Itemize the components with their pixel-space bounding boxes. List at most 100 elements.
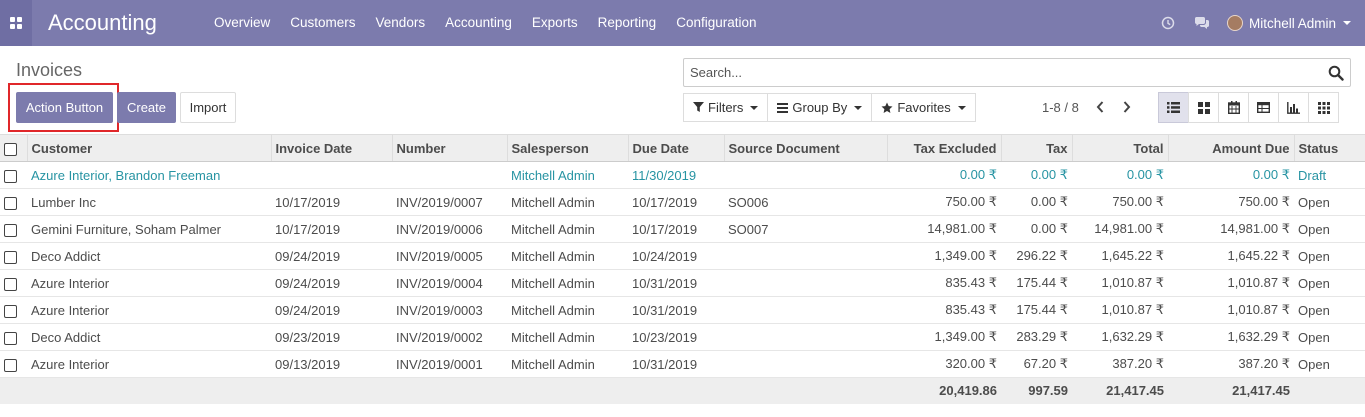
main-menu: Overview Customers Vendors Accounting Ex… <box>204 0 767 46</box>
cell-customer: Gemini Furniture, Soham Palmer <box>27 215 271 243</box>
column-header[interactable]: Salesperson <box>506 134 628 162</box>
messaging-button[interactable] <box>1185 0 1219 46</box>
user-menu[interactable]: Mitchell Admin <box>1219 15 1365 31</box>
column-header[interactable]: Number <box>391 134 507 162</box>
cell-source-document <box>724 269 887 297</box>
menu-overview[interactable]: Overview <box>204 0 280 46</box>
column-header[interactable]: Status <box>1293 134 1365 162</box>
chevron-down-icon <box>854 105 863 110</box>
cell-invoice-date: 10/17/2019 <box>271 188 392 216</box>
invoices-table: Customer Invoice Date Number Salesperson… <box>0 134 1365 404</box>
pivot-view-button[interactable] <box>1248 92 1279 123</box>
search-bar <box>683 58 1351 87</box>
column-header[interactable]: Tax <box>1000 134 1072 162</box>
cell-tax-excluded: 1,349.00 ₹ <box>887 323 1001 351</box>
group-by-dropdown[interactable]: Group By <box>767 93 873 122</box>
cell-tax: 0.00 ₹ <box>1001 161 1072 189</box>
row-checkbox-cell[interactable] <box>0 242 27 270</box>
table-row[interactable]: Deco Addict 09/23/2019 INV/2019/0002 Mit… <box>0 323 1365 351</box>
cell-total: 1,645.22 ₹ <box>1072 242 1168 270</box>
cell-tax-excluded: 320.00 ₹ <box>887 350 1001 378</box>
cell-number <box>392 161 507 189</box>
total-tax: 997.59 <box>1001 377 1072 404</box>
row-checkbox-cell[interactable] <box>0 215 27 243</box>
table-row[interactable]: Azure Interior 09/24/2019 INV/2019/0003 … <box>0 296 1365 324</box>
cell-number: INV/2019/0004 <box>392 269 507 297</box>
menu-reporting[interactable]: Reporting <box>588 0 667 46</box>
graph-view-button[interactable] <box>1278 92 1309 123</box>
favorites-dropdown[interactable]: Favorites <box>871 93 976 122</box>
grid-view-button[interactable] <box>1308 92 1339 123</box>
table-row[interactable]: Azure Interior 09/24/2019 INV/2019/0004 … <box>0 269 1365 297</box>
row-checkbox-cell[interactable] <box>0 350 27 378</box>
menu-customers[interactable]: Customers <box>280 0 365 46</box>
calendar-view-button[interactable] <box>1218 92 1249 123</box>
menu-vendors[interactable]: Vendors <box>366 0 436 46</box>
top-navbar: Accounting Overview Customers Vendors Ac… <box>0 0 1365 46</box>
row-checkbox-cell[interactable] <box>0 323 27 351</box>
cell-source-document: SO006 <box>724 188 887 216</box>
star-icon <box>881 102 893 113</box>
column-header[interactable]: Invoice Date <box>270 134 392 162</box>
select-all-checkbox[interactable] <box>4 142 17 156</box>
column-header[interactable]: Due Date <box>627 134 724 162</box>
cell-salesperson: Mitchell Admin <box>507 215 628 243</box>
search-icon[interactable] <box>1328 65 1344 81</box>
row-checkbox[interactable] <box>4 196 17 210</box>
row-checkbox[interactable] <box>4 331 17 345</box>
kanban-view-button[interactable] <box>1188 92 1219 123</box>
row-checkbox[interactable] <box>4 169 17 183</box>
action-button[interactable]: Action Button <box>16 92 113 123</box>
select-all-checkbox-cell[interactable] <box>0 134 27 162</box>
column-header[interactable]: Customer <box>26 134 271 162</box>
row-checkbox-cell[interactable] <box>0 161 27 189</box>
column-header[interactable]: Source Document <box>723 134 887 162</box>
menu-configuration[interactable]: Configuration <box>666 0 766 46</box>
import-button[interactable]: Import <box>180 92 236 123</box>
table-row[interactable]: Azure Interior, Brandon Freeman Mitchell… <box>0 161 1365 189</box>
table-row[interactable]: Deco Addict 09/24/2019 INV/2019/0005 Mit… <box>0 242 1365 270</box>
cell-salesperson: Mitchell Admin <box>507 242 628 270</box>
search-input[interactable] <box>684 59 1314 86</box>
cell-amount-due: 1,632.29 ₹ <box>1168 323 1294 351</box>
create-button[interactable]: Create <box>117 92 176 123</box>
filters-dropdown[interactable]: Filters <box>683 93 769 122</box>
cell-number: INV/2019/0006 <box>392 215 507 243</box>
table-row[interactable]: Lumber Inc 10/17/2019 INV/2019/0007 Mitc… <box>0 188 1365 216</box>
pager-next-button[interactable] <box>1117 97 1137 117</box>
column-header[interactable]: Tax Excluded <box>886 134 1001 162</box>
row-checkbox-cell[interactable] <box>0 188 27 216</box>
row-checkbox-cell[interactable] <box>0 269 27 297</box>
table-footer-totals: 20,419.86 997.59 21,417.45 21,417.45 <box>0 377 1365 404</box>
row-checkbox[interactable] <box>4 358 17 372</box>
cell-tax: 67.20 ₹ <box>1001 350 1072 378</box>
pager-value[interactable]: 1-8 / 8 <box>1042 100 1079 115</box>
cell-salesperson: Mitchell Admin <box>507 188 628 216</box>
app-title[interactable]: Accounting <box>48 10 157 36</box>
row-checkbox[interactable] <box>4 223 17 237</box>
row-checkbox[interactable] <box>4 304 17 318</box>
kanban-view-icon <box>1197 101 1210 114</box>
pager-previous-button[interactable] <box>1090 97 1110 117</box>
menu-exports[interactable]: Exports <box>522 0 588 46</box>
cell-invoice-date: 09/24/2019 <box>271 269 392 297</box>
avatar <box>1226 15 1243 31</box>
table-row[interactable]: Azure Interior 09/13/2019 INV/2019/0001 … <box>0 350 1365 378</box>
row-checkbox[interactable] <box>4 250 17 264</box>
list-view-button[interactable] <box>1158 92 1189 123</box>
row-checkbox[interactable] <box>4 277 17 291</box>
menu-accounting[interactable]: Accounting <box>435 0 522 46</box>
cell-source-document <box>724 350 887 378</box>
column-header[interactable]: Amount Due <box>1167 134 1294 162</box>
table-row[interactable]: Gemini Furniture, Soham Palmer 10/17/201… <box>0 215 1365 243</box>
clock-icon <box>1161 16 1175 30</box>
apps-menu-button[interactable] <box>0 0 32 46</box>
cell-tax-excluded: 835.43 ₹ <box>887 296 1001 324</box>
row-checkbox-cell[interactable] <box>0 296 27 324</box>
cell-salesperson: Mitchell Admin <box>507 323 628 351</box>
cell-amount-due: 14,981.00 ₹ <box>1168 215 1294 243</box>
chevron-down-icon <box>957 105 966 110</box>
activity-button[interactable] <box>1151 0 1185 46</box>
list-view-icon <box>1167 102 1180 113</box>
column-header[interactable]: Total <box>1071 134 1168 162</box>
